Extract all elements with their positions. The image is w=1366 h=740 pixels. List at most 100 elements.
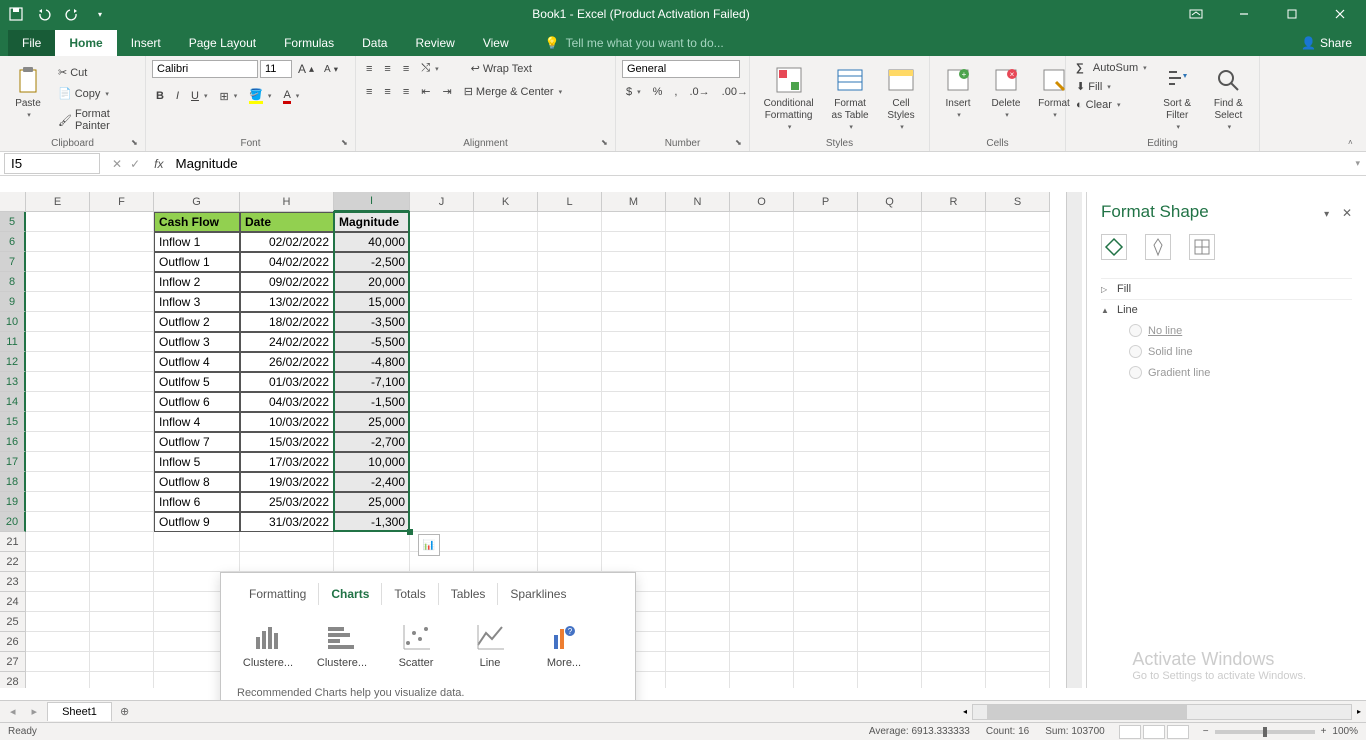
font-name-select[interactable] — [152, 60, 258, 78]
size-tab-icon[interactable] — [1189, 234, 1215, 260]
tell-me-search[interactable]: 💡Tell me what you want to do... — [539, 30, 730, 56]
cell-H6[interactable]: 02/02/2022 — [240, 232, 334, 252]
enter-formula-icon[interactable]: ✓ — [130, 157, 140, 171]
cell-I20[interactable]: -1,300 — [334, 512, 410, 532]
cell-H8[interactable]: 09/02/2022 — [240, 272, 334, 292]
row-header-7[interactable]: 7 — [0, 252, 26, 272]
cell-I11[interactable]: -5,500 — [334, 332, 410, 352]
cell-I16[interactable]: -2,700 — [334, 432, 410, 452]
cell-I18[interactable]: -2,400 — [334, 472, 410, 492]
cell-H5[interactable]: Date — [240, 212, 334, 232]
cell-I19[interactable]: 25,000 — [334, 492, 410, 512]
row-header-27[interactable]: 27 — [0, 652, 26, 672]
cell-H17[interactable]: 17/03/2022 — [240, 452, 334, 472]
row-header-12[interactable]: 12 — [0, 352, 26, 372]
normal-view-button[interactable] — [1119, 725, 1141, 739]
cell-I7[interactable]: -2,500 — [334, 252, 410, 272]
save-icon[interactable] — [8, 6, 24, 22]
font-color-button[interactable]: A▾ — [279, 87, 303, 106]
qat-customize-icon[interactable]: ▾ — [92, 6, 108, 22]
column-header-Q[interactable]: Q — [858, 192, 922, 212]
cell-G17[interactable]: Inflow 5 — [154, 452, 240, 472]
tab-view[interactable]: View — [469, 30, 523, 56]
align-left-button[interactable]: ≡ — [362, 84, 376, 100]
undo-icon[interactable] — [36, 6, 52, 22]
maximize-button[interactable] — [1270, 1, 1314, 27]
row-header-19[interactable]: 19 — [0, 492, 26, 512]
row-header-15[interactable]: 15 — [0, 412, 26, 432]
select-all-corner[interactable] — [0, 192, 26, 212]
row-header-5[interactable]: 5 — [0, 212, 26, 232]
column-header-E[interactable]: E — [26, 192, 90, 212]
qa-chart-scatter[interactable]: Scatter — [389, 623, 443, 669]
cell-H11[interactable]: 24/02/2022 — [240, 332, 334, 352]
autosum-button[interactable]: ∑ AutoSum▾ — [1072, 60, 1151, 76]
row-header-10[interactable]: 10 — [0, 312, 26, 332]
effects-tab-icon[interactable] — [1145, 234, 1171, 260]
wrap-text-button[interactable]: ↩Wrap Text — [467, 60, 536, 77]
comma-button[interactable]: , — [670, 84, 681, 100]
close-button[interactable] — [1318, 1, 1362, 27]
column-header-O[interactable]: O — [730, 192, 794, 212]
cut-button[interactable]: ✂Cut — [54, 64, 139, 81]
copy-button[interactable]: 📄Copy▾ — [54, 85, 139, 102]
orientation-button[interactable]: ⤭▾ — [417, 60, 442, 77]
zoom-out-button[interactable]: − — [1203, 726, 1209, 737]
clipboard-launcher[interactable]: ⬊ — [131, 138, 141, 148]
horizontal-scrollbar[interactable] — [972, 704, 1352, 720]
cell-G10[interactable]: Outflow 2 — [154, 312, 240, 332]
cell-G13[interactable]: Outlfow 5 — [154, 372, 240, 392]
fill-section-header[interactable]: ▷Fill — [1101, 278, 1352, 299]
paste-button[interactable]: Paste▾ — [6, 60, 50, 124]
clear-button[interactable]: ◐Clear▾ — [1072, 97, 1151, 113]
page-break-view-button[interactable] — [1167, 725, 1189, 739]
vertical-scrollbar[interactable] — [1066, 192, 1082, 688]
column-header-G[interactable]: G — [154, 192, 240, 212]
gradient-line-radio[interactable]: Gradient line — [1101, 362, 1352, 383]
cell-styles-button[interactable]: Cell Styles▾ — [879, 60, 923, 136]
number-launcher[interactable]: ⬊ — [735, 138, 745, 148]
row-header-17[interactable]: 17 — [0, 452, 26, 472]
font-size-select[interactable] — [260, 60, 292, 78]
row-header-22[interactable]: 22 — [0, 552, 26, 572]
tab-formulas[interactable]: Formulas — [270, 30, 348, 56]
minimize-button[interactable] — [1222, 1, 1266, 27]
cell-H14[interactable]: 04/03/2022 — [240, 392, 334, 412]
qa-tab-charts[interactable]: Charts — [319, 583, 382, 605]
sheet-nav-prev[interactable]: ◂ — [10, 705, 16, 718]
column-header-L[interactable]: L — [538, 192, 602, 212]
row-header-6[interactable]: 6 — [0, 232, 26, 252]
zoom-in-button[interactable]: + — [1321, 726, 1327, 737]
row-header-28[interactable]: 28 — [0, 672, 26, 688]
sort-filter-button[interactable]: Sort & Filter▾ — [1155, 60, 1200, 136]
column-header-K[interactable]: K — [474, 192, 538, 212]
fill-line-tab-icon[interactable] — [1101, 234, 1127, 260]
qa-tab-tables[interactable]: Tables — [439, 583, 499, 605]
format-painter-button[interactable]: 🖌Format Painter — [54, 106, 139, 134]
conditional-formatting-button[interactable]: Conditional Formatting▾ — [756, 60, 821, 136]
decrease-decimal-button[interactable]: .00→ — [718, 84, 752, 100]
column-header-H[interactable]: H — [240, 192, 334, 212]
name-box[interactable] — [4, 153, 100, 174]
formula-input[interactable] — [169, 154, 1349, 173]
page-layout-view-button[interactable] — [1143, 725, 1165, 739]
tab-insert[interactable]: Insert — [117, 30, 175, 56]
column-header-S[interactable]: S — [986, 192, 1050, 212]
sheet-tab-sheet1[interactable]: Sheet1 — [47, 702, 112, 721]
no-line-radio[interactable]: No line — [1101, 320, 1352, 341]
qa-chart-clustered-column[interactable]: Clustere... — [241, 623, 295, 669]
cancel-formula-icon[interactable]: ✕ — [112, 157, 122, 171]
share-button[interactable]: 👤Share — [1287, 30, 1366, 56]
fx-icon[interactable]: fx — [148, 157, 169, 171]
tab-home[interactable]: Home — [55, 30, 116, 56]
align-middle-button[interactable]: ≡ — [380, 61, 394, 77]
find-select-button[interactable]: Find & Select▾ — [1204, 60, 1253, 136]
cell-I5[interactable]: Magnitude — [334, 212, 410, 232]
column-header-P[interactable]: P — [794, 192, 858, 212]
cell-H18[interactable]: 19/03/2022 — [240, 472, 334, 492]
cell-G11[interactable]: Outflow 3 — [154, 332, 240, 352]
cell-G19[interactable]: Inflow 6 — [154, 492, 240, 512]
cell-I9[interactable]: 15,000 — [334, 292, 410, 312]
solid-line-radio[interactable]: Solid line — [1101, 341, 1352, 362]
underline-button[interactable]: U▾ — [187, 88, 211, 104]
